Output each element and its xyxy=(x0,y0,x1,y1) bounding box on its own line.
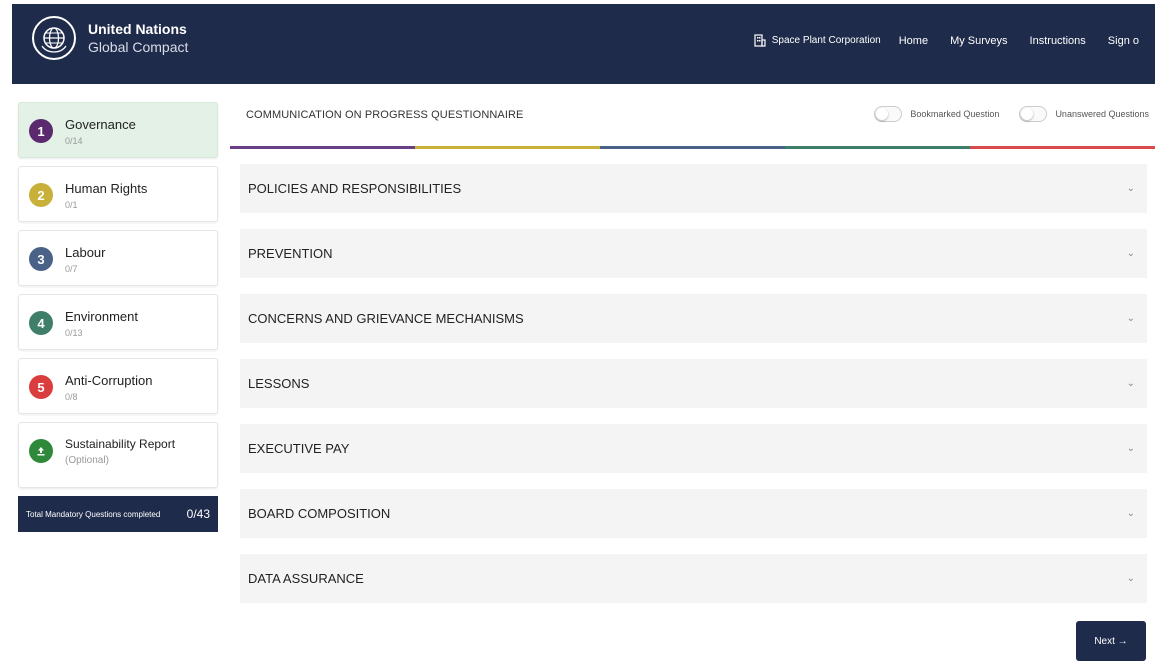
sidebar-item-human-rights[interactable]: 2 Human Rights 0/1 xyxy=(18,166,218,222)
brand-subtitle: Global Compact xyxy=(88,39,189,55)
stripe-segment xyxy=(600,146,785,149)
nav-home-link[interactable]: Home xyxy=(899,35,928,47)
chevron-down-icon: ⌄ xyxy=(1126,508,1135,519)
sidebar-item-environment[interactable]: 4 Environment 0/13 xyxy=(18,294,218,350)
sidebar-item-optional-note: (Optional) xyxy=(65,455,109,466)
section-prevention[interactable]: PREVENTION ⌄ xyxy=(240,229,1147,278)
brand-name: United Nations xyxy=(88,21,187,37)
page-title: COMMUNICATION ON PROGRESS QUESTIONNAIRE xyxy=(246,109,524,121)
stripe-segment xyxy=(785,146,970,149)
section-data-assurance[interactable]: DATA ASSURANCE ⌄ xyxy=(240,554,1147,603)
filter-toggles: Bookmarked Question Unanswered Questions xyxy=(854,106,1149,122)
section-title: EXECUTIVE PAY xyxy=(248,441,350,456)
sidebar-item-sustainability-report[interactable]: Sustainability Report (Optional) xyxy=(18,422,218,488)
sidebar-item-progress: 0/1 xyxy=(65,200,78,210)
sidebar-item-governance[interactable]: 1 Governance 0/14 xyxy=(18,102,218,158)
chevron-down-icon: ⌄ xyxy=(1126,183,1135,194)
questionnaire-header: COMMUNICATION ON PROGRESS QUESTIONNAIRE … xyxy=(230,84,1155,150)
chevron-down-icon: ⌄ xyxy=(1126,443,1135,454)
page-gutter xyxy=(0,0,12,665)
section-policies-and-responsibilities[interactable]: POLICIES AND RESPONSIBILITIES ⌄ xyxy=(240,164,1147,213)
bookmarked-toggle-switch[interactable] xyxy=(874,106,903,122)
total-progress-label: Total Mandatory Questions completed xyxy=(26,509,161,519)
sidebar-item-labour[interactable]: 3 Labour 0/7 xyxy=(18,230,218,286)
section-title: DATA ASSURANCE xyxy=(248,571,364,586)
sidebar-item-anti-corruption[interactable]: 5 Anti-Corruption 0/8 xyxy=(18,358,218,414)
sidebar-item-label: Human Rights xyxy=(65,181,148,196)
step-badge: 3 xyxy=(29,247,53,271)
nav-my-surveys-link[interactable]: My Surveys xyxy=(950,35,1007,47)
section-title: PREVENTION xyxy=(248,246,333,261)
section-board-composition[interactable]: BOARD COMPOSITION ⌄ xyxy=(240,489,1147,538)
sidebar-item-label: Governance xyxy=(65,117,136,132)
sidebar-item-label: Labour xyxy=(65,245,106,260)
step-badge: 2 xyxy=(29,183,53,207)
chevron-down-icon: ⌄ xyxy=(1126,313,1135,324)
top-navigation-bar: United Nations Global Compact Space Plan… xyxy=(12,4,1155,84)
stripe-segment xyxy=(970,146,1155,149)
brand[interactable]: United Nations Global Compact xyxy=(32,16,188,60)
chevron-down-icon: ⌄ xyxy=(1126,248,1135,259)
bookmarked-filter[interactable]: Bookmarked Question xyxy=(874,106,999,122)
step-badge: 5 xyxy=(29,375,53,399)
next-button[interactable]: Next → xyxy=(1076,621,1146,661)
sidebar-item-label: Anti-Corruption xyxy=(65,373,153,388)
sidebar-item-progress: 0/7 xyxy=(65,264,78,274)
sidebar-item-progress: 0/13 xyxy=(65,328,83,338)
upload-icon xyxy=(29,439,53,463)
category-color-stripe xyxy=(230,146,1155,149)
section-title: LESSONS xyxy=(248,376,310,391)
header-nav: Space Plant Corporation Home My Surveys … xyxy=(754,34,1155,47)
building-icon xyxy=(754,34,766,47)
bookmarked-toggle-label: Bookmarked Question xyxy=(910,109,1000,119)
section-concerns-and-grievance-mechanisms[interactable]: CONCERNS AND GRIEVANCE MECHANISMS ⌄ xyxy=(240,294,1147,343)
app-frame: United Nations Global Compact Space Plan… xyxy=(12,4,1155,665)
sidebar-item-progress: 0/8 xyxy=(65,392,78,402)
company-name: Space Plant Corporation xyxy=(771,35,881,46)
step-badge: 4 xyxy=(29,311,53,335)
question-sections: POLICIES AND RESPONSIBILITIES ⌄ PREVENTI… xyxy=(240,164,1147,619)
unanswered-filter[interactable]: Unanswered Questions xyxy=(1019,106,1149,122)
unanswered-toggle-label: Unanswered Questions xyxy=(1055,109,1149,119)
section-lessons[interactable]: LESSONS ⌄ xyxy=(240,359,1147,408)
sidebar-item-progress: 0/14 xyxy=(65,136,83,146)
section-sidebar: 1 Governance 0/14 2 Human Rights 0/1 3 L… xyxy=(18,102,218,532)
section-title: BOARD COMPOSITION xyxy=(248,506,391,521)
unanswered-toggle-switch[interactable] xyxy=(1019,106,1048,122)
nav-instructions-link[interactable]: Instructions xyxy=(1030,35,1086,47)
chevron-down-icon: ⌄ xyxy=(1126,378,1135,389)
section-title: CONCERNS AND GRIEVANCE MECHANISMS xyxy=(248,311,524,326)
total-progress-value: 0/43 xyxy=(186,507,210,521)
total-progress-bar: Total Mandatory Questions completed 0/43 xyxy=(18,496,218,532)
sidebar-item-label: Sustainability Report xyxy=(65,437,176,451)
sidebar-item-label: Environment xyxy=(65,309,138,324)
stripe-segment xyxy=(415,146,600,149)
company-selector[interactable]: Space Plant Corporation xyxy=(754,34,881,47)
section-title: POLICIES AND RESPONSIBILITIES xyxy=(248,181,462,196)
stripe-segment xyxy=(230,146,415,149)
step-badge: 1 xyxy=(29,119,53,143)
chevron-down-icon: ⌄ xyxy=(1126,573,1135,584)
nav-sign-out-link[interactable]: Sign o xyxy=(1108,35,1139,47)
un-globe-logo-icon xyxy=(32,16,76,60)
section-executive-pay[interactable]: EXECUTIVE PAY ⌄ xyxy=(240,424,1147,473)
